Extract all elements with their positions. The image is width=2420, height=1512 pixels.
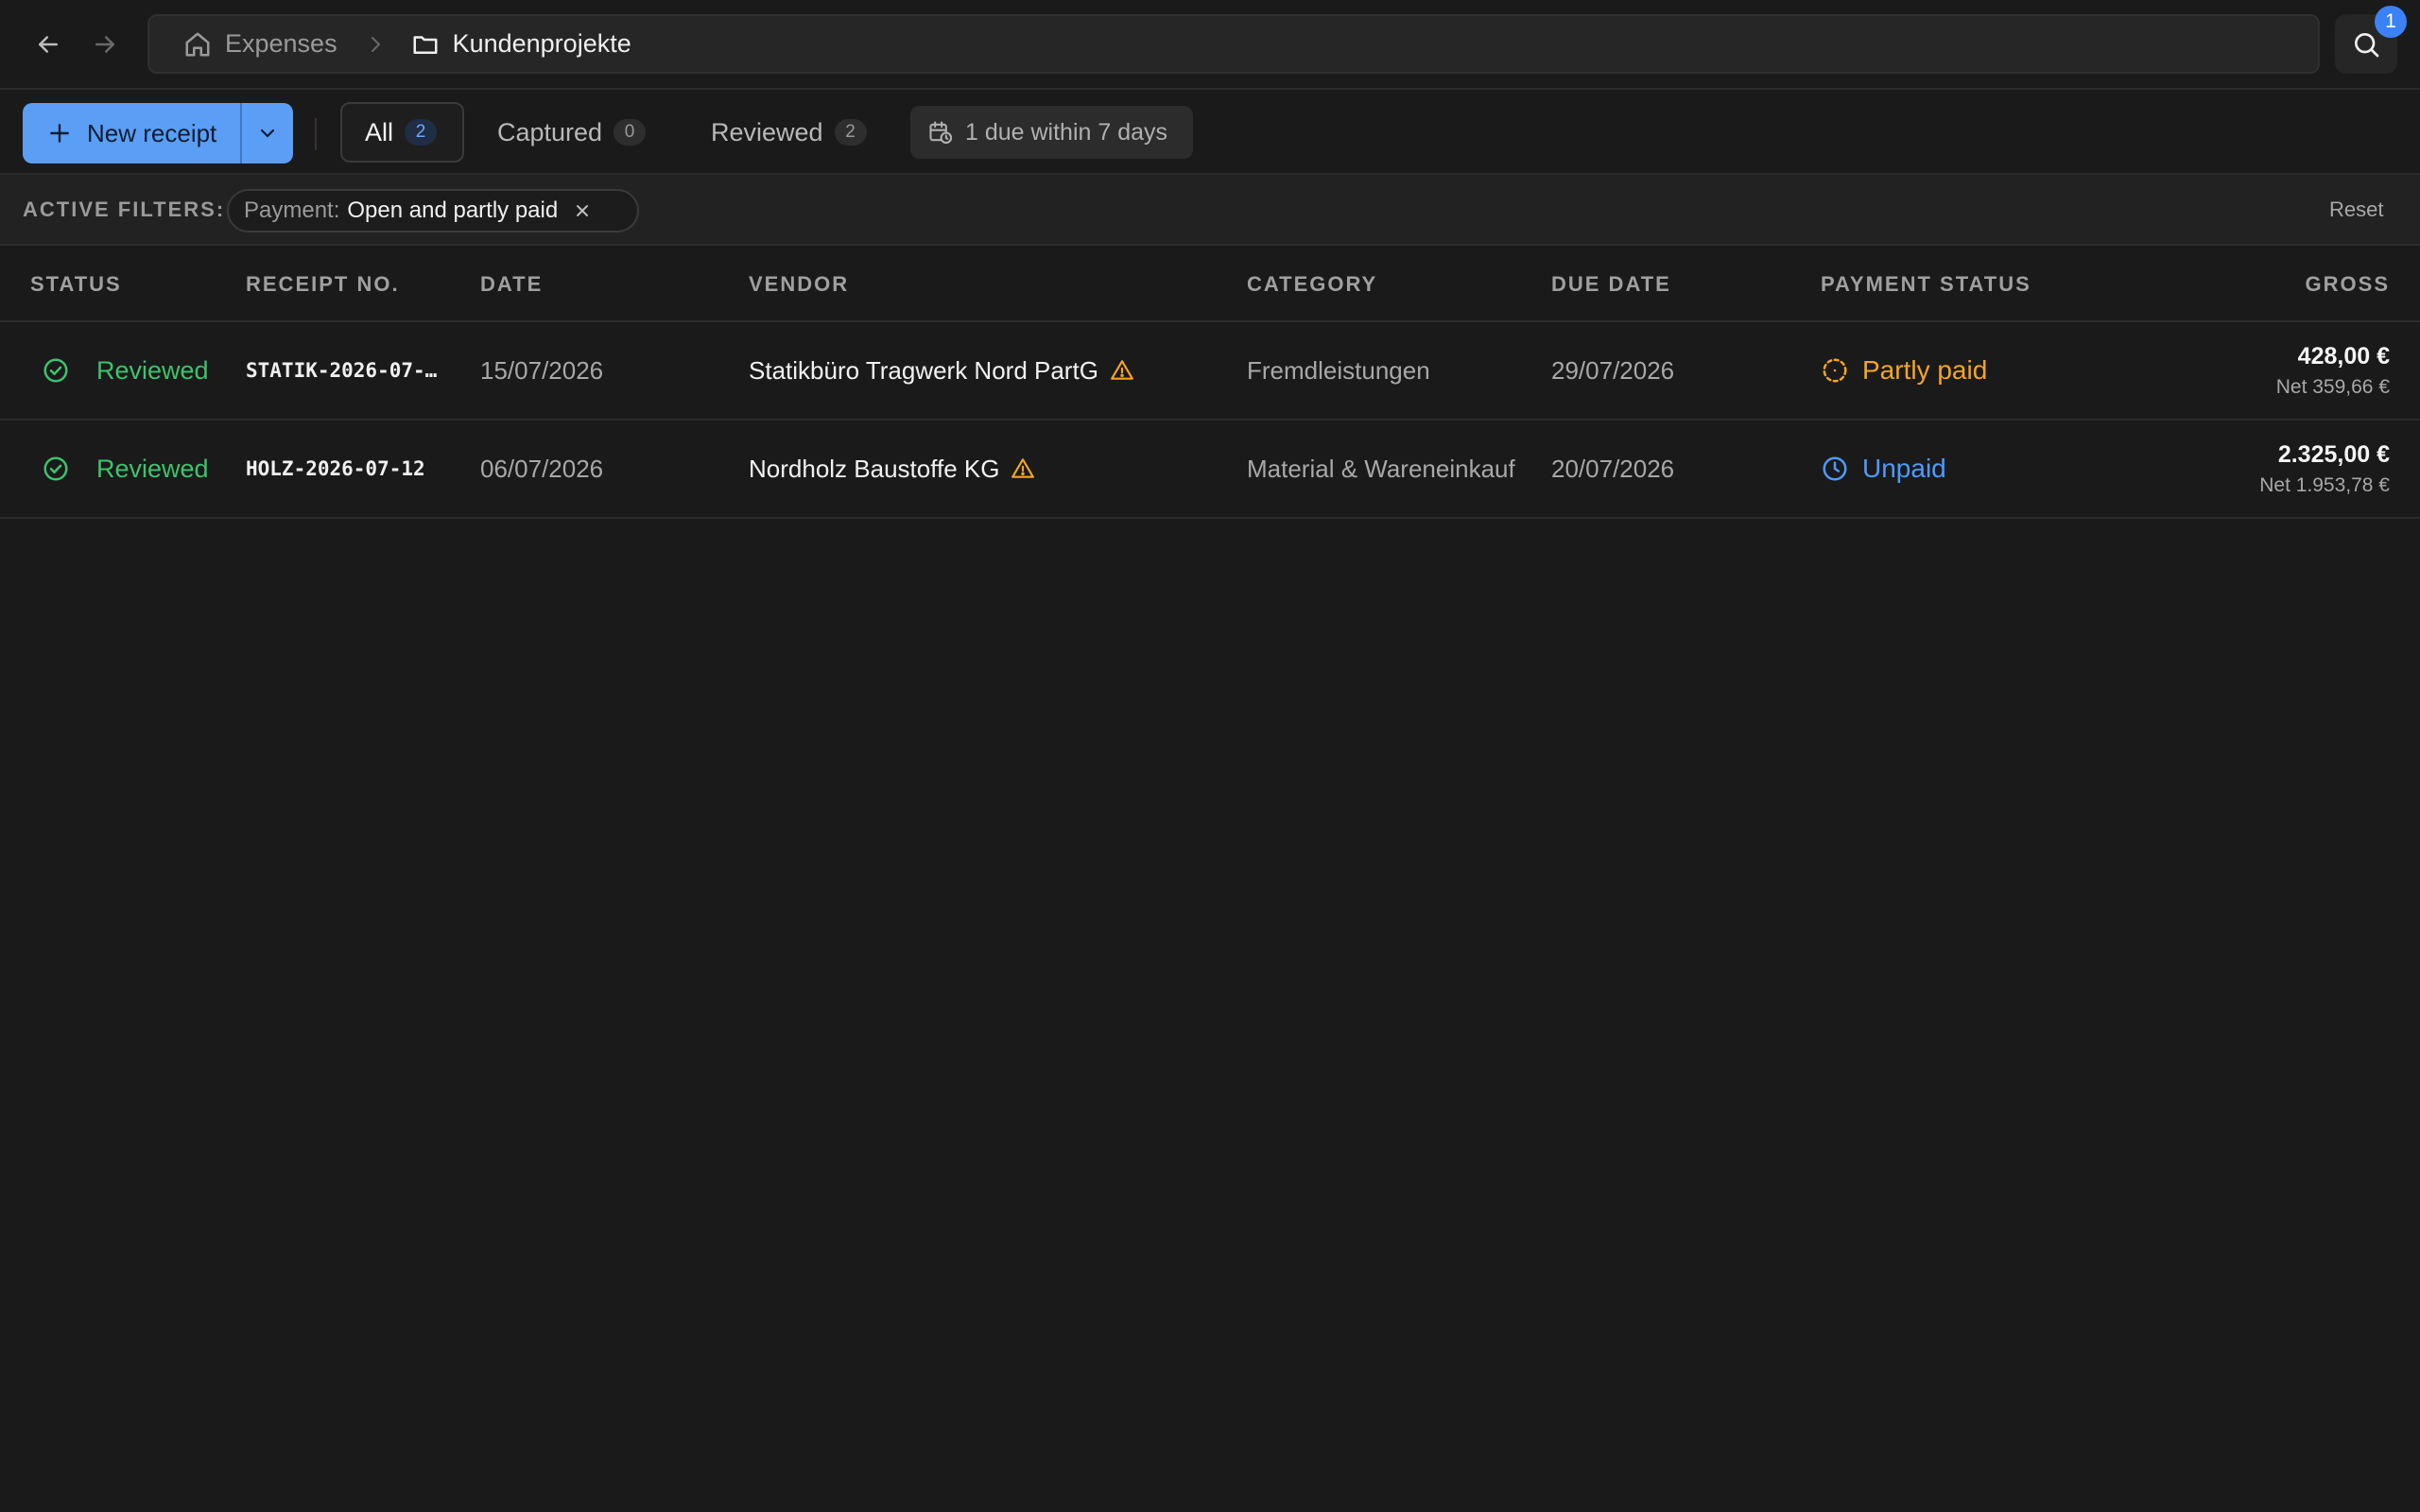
due-soon-filter-chip[interactable]: 1 due within 7 days [910,106,1193,159]
table-header: STATUS RECEIPT NO. DATE VENDOR CATEGORY … [0,246,2420,322]
filter-chip-payment[interactable]: Payment: Open and partly paid [227,189,639,232]
receipt-no-cell: STATIK-2026-07-… [246,322,449,419]
warning-icon[interactable] [1011,456,1035,481]
gross-cell: 2.325,00 € Net 1.953,78 € [2259,421,2390,517]
category-cell: Fremdleistungen [1247,355,1430,385]
table-row[interactable]: Reviewed HOLZ-2026-07-12 06/07/2026 Nord… [0,421,2420,519]
breadcrumb-current[interactable]: Kundenprojekte [411,29,631,59]
column-header-vendor[interactable]: VENDOR [749,272,849,297]
status-label: Reviewed [96,355,209,385]
active-filters-label: ACTIVE FILTERS: [23,198,226,221]
arrow-left-icon [34,30,62,59]
breadcrumb-home[interactable]: Expenses [183,29,337,59]
receipt-no-cell: HOLZ-2026-07-12 [246,421,449,517]
receipt-no: STATIK-2026-07-… [246,359,438,382]
warning-icon[interactable] [1110,358,1134,383]
filter-value: Open and partly paid [347,198,559,223]
reset-filters-button[interactable]: Reset [2329,198,2383,222]
tab-count: 2 [834,119,867,146]
payment-status-label: Partly paid [1862,355,1988,385]
payment-status-label: Unpaid [1862,454,1946,483]
chevron-down-icon [256,122,279,145]
gross-cell: 428,00 € Net 359,66 € [2276,322,2390,419]
due-date-cell: 20/07/2026 [1551,454,1675,483]
status-cell: Reviewed [42,421,209,517]
vendor-name: Nordholz Baustoffe KG [749,454,1000,483]
due-soon-label: 1 due within 7 days [965,118,1168,146]
new-receipt-split-button: New receipt [23,103,293,163]
payment-status-cell: Partly paid [1821,322,1987,419]
toolbar: New receipt All 2 Captured 0 Reviewed 2 … [0,90,2420,175]
payment-status-cell: Unpaid [1821,421,1946,517]
column-header-status[interactable]: STATUS [30,272,122,297]
active-filters-bar: ACTIVE FILTERS: Payment: Open and partly… [0,175,2420,246]
date-cell: 06/07/2026 [480,454,604,483]
status-label: Reviewed [96,454,209,483]
notification-badge: 1 [2375,6,2407,38]
category-cell: Material & Wareneinkauf [1247,454,1515,483]
arrow-right-icon [91,30,119,59]
column-header-date[interactable]: DATE [480,272,543,297]
table-row[interactable]: Reviewed STATIK-2026-07-… 15/07/2026 Sta… [0,322,2420,421]
tab-captured[interactable]: Captured 0 [497,102,647,163]
chevron-right-icon [364,33,387,56]
due-date-cell: 29/07/2026 [1551,355,1675,385]
column-header-gross[interactable]: GROSS [2306,272,2390,297]
date-cell: 15/07/2026 [480,355,604,385]
clock-icon [1821,455,1849,483]
column-header-category[interactable]: CATEGORY [1247,272,1377,297]
calendar-clock-icon [927,119,954,146]
column-header-receipt-no[interactable]: RECEIPT NO. [246,272,400,297]
breadcrumb-current-label: Kundenprojekte [452,29,631,58]
top-bar: Expenses Kundenprojekte 1 [0,0,2420,90]
tab-all[interactable]: All 2 [340,102,464,163]
vendor-cell: Nordholz Baustoffe KG [749,421,1035,517]
plus-icon [47,121,72,146]
partly-paid-icon [1821,356,1849,385]
close-icon[interactable] [573,201,592,220]
forward-button[interactable] [81,21,129,68]
breadcrumb: Expenses Kundenprojekte [147,14,2320,74]
folder-icon [411,30,440,59]
net-amount: Net 1.953,78 € [2259,473,2390,496]
tab-label: All [365,117,394,146]
net-amount: Net 359,66 € [2275,375,2390,398]
tab-count: 2 [405,119,438,146]
gross-amount: 428,00 € [2297,342,2390,369]
tab-reviewed[interactable]: Reviewed 2 [711,102,867,163]
tab-label: Reviewed [711,117,823,146]
column-header-due-date[interactable]: DUE DATE [1551,272,1671,297]
tab-label: Captured [497,117,603,146]
home-icon [183,30,212,59]
tab-count: 0 [614,119,647,146]
new-receipt-label: New receipt [87,118,217,147]
status-cell: Reviewed [42,322,209,419]
breadcrumb-home-label: Expenses [225,29,337,58]
vendor-cell: Statikbüro Tragwerk Nord PartG [749,322,1134,419]
check-circle-icon [42,455,70,483]
gross-amount: 2.325,00 € [2277,440,2390,468]
vendor-name: Statikbüro Tragwerk Nord PartG [749,355,1098,385]
new-receipt-button[interactable]: New receipt [23,103,240,163]
toolbar-divider [315,118,317,150]
check-circle-icon [42,356,70,385]
filter-key: Payment: [244,198,340,223]
new-receipt-dropdown-button[interactable] [240,103,293,163]
back-button[interactable] [25,21,72,68]
receipt-no: HOLZ-2026-07-12 [246,457,425,480]
search-icon [2351,29,2381,60]
column-header-payment-status[interactable]: PAYMENT STATUS [1821,272,2031,297]
